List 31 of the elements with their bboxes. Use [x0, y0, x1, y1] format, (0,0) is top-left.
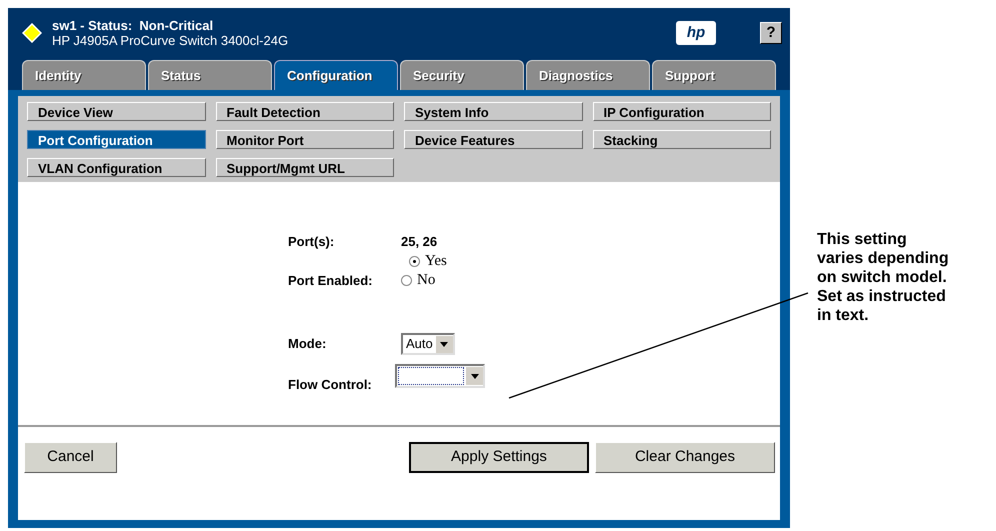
- apply-button[interactable]: Apply Settings: [409, 442, 589, 473]
- submenu-button[interactable]: Device Features: [404, 130, 582, 149]
- submenu-button[interactable]: Device View: [27, 102, 206, 121]
- field-label: Port(s):: [288, 233, 336, 251]
- mode-dropdown[interactable]: Auto: [401, 333, 455, 355]
- submenu-button[interactable]: Support/Mgmt URL: [216, 158, 394, 177]
- radio-button[interactable]: [401, 275, 412, 286]
- submenu-button[interactable]: VLAN Configuration: [27, 158, 206, 177]
- status-title: sw1 - Status: Non-Critical: [52, 18, 214, 33]
- field-label: Flow Control:: [288, 376, 373, 394]
- radio-button[interactable]: [409, 256, 420, 267]
- submenu-button[interactable]: System Info: [404, 102, 582, 121]
- flow-control-dropdown[interactable]: [395, 364, 485, 388]
- help-button[interactable]: ?: [760, 22, 782, 44]
- device-name: HP J4905A ProCurve Switch 3400cl-24G: [52, 33, 288, 48]
- logo: hp: [676, 21, 716, 45]
- ports-value: 25, 26: [401, 233, 438, 251]
- nav-tab[interactable]: Configuration: [274, 60, 398, 90]
- field-label: Mode:: [288, 335, 328, 354]
- submenu-button[interactable]: IP Configuration: [592, 102, 771, 121]
- submenu-button[interactable]: Port Configuration: [27, 130, 206, 149]
- status-diamond-icon: [22, 23, 42, 43]
- action-button[interactable]: Clear Changes: [595, 442, 775, 473]
- action-button[interactable]: Cancel: [24, 442, 117, 473]
- callout-text: This setting varies depending on switch model. Set as instructed in text.: [817, 230, 950, 325]
- submenu-button[interactable]: Fault Detection: [216, 102, 394, 121]
- field-label: Port Enabled:: [288, 272, 374, 290]
- submenu-button[interactable]: Stacking: [592, 130, 771, 149]
- submenu-button[interactable]: Monitor Port: [216, 130, 394, 149]
- radio-option[interactable]: No: [401, 271, 447, 290]
- radio-option[interactable]: Yes: [409, 252, 447, 271]
